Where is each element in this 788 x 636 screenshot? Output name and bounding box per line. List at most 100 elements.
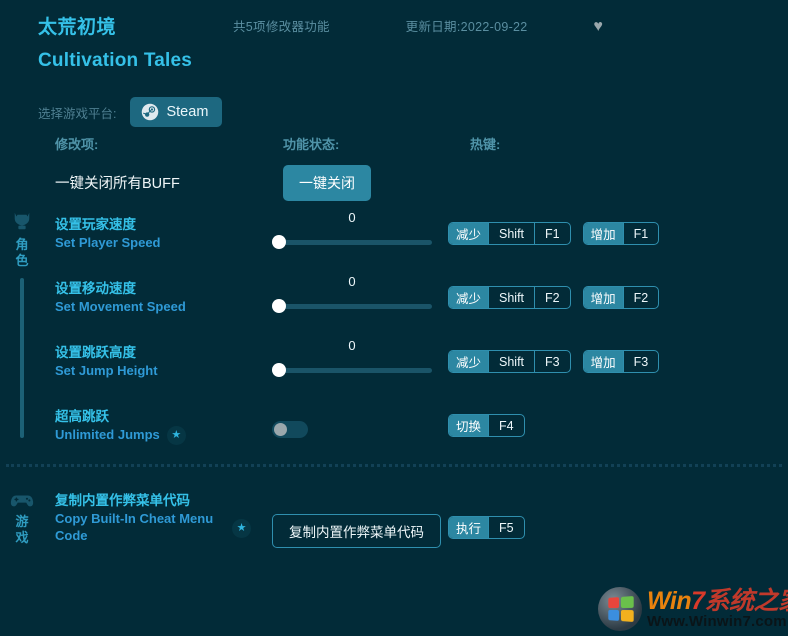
site-watermark: Win7系统之家 Www.Winwin7.com [592,582,788,636]
hotkey-increase[interactable]: 增加 F1 [582,222,660,245]
platform-steam-button[interactable]: Steam [130,97,223,127]
slider-knob[interactable] [272,299,286,313]
category-name-game: 游戏 [15,514,29,546]
hotkey-action-label: 减少 [449,351,489,372]
hotkey-action-label: 减少 [449,287,489,308]
column-header-hotkey: 热键: [470,137,501,152]
row-labels: 设置移动速度 Set Movement Speed [55,281,265,316]
row-name-cn: 设置跳跃高度 [55,345,136,360]
hotkey-key: F2 [622,287,659,308]
hotkey-key: F5 [488,517,524,538]
watermark-brand-cn: 系统之家 [704,586,788,615]
hotkey-key: F2 [534,287,570,308]
slider-value: 0 [348,338,356,353]
toggle-unlimited-jumps[interactable] [272,421,308,438]
favorite-heart-icon[interactable]: ♥ [593,18,603,35]
game-title-en: Cultivation Tales [38,50,193,71]
hotkey-group-container: 切换 F4 [448,414,525,437]
hotkey-decrease[interactable]: 减少 Shift F2 [448,286,571,309]
gamepad-icon [10,493,34,509]
row-name-cn: 设置玩家速度 [55,217,136,232]
category-rail-game: 游戏 [0,489,44,547]
category-section-character: 角色 设置玩家速度 Set Player Speed 0 减少 Shift F1 [0,208,788,464]
row-name-en: Unlimited Jumps [55,427,160,443]
hotkey-key: Shift [488,287,534,308]
windows-flag-glyph [608,595,634,623]
slider-knob[interactable] [272,363,286,377]
update-date: 更新日期:2022-09-22 [405,19,528,34]
disable-all-buffs-label: 一键关闭所有BUFF [55,176,180,192]
table-row: 设置移动速度 Set Movement Speed 0 减少 Shift F2 … [44,272,788,336]
section-divider [6,464,782,467]
column-headers: 修改项: 功能状态: 热键: [0,134,788,160]
watermark-brand-win: Win [647,586,692,615]
hotkey-key: F4 [488,415,524,436]
star-icon[interactable]: ★ [166,426,186,445]
hotkey-execute[interactable]: 执行 F5 [448,516,525,539]
row-name-cn: 设置移动速度 [55,281,136,296]
hotkey-increase[interactable]: 增加 F2 [582,286,660,309]
hotkey-group-container: 减少 Shift F3 增加 F3 [448,350,660,373]
feature-count: 共5项修改器功能 [233,19,330,34]
row-labels: 设置玩家速度 Set Player Speed [55,217,265,252]
hotkey-toggle[interactable]: 切换 F4 [448,414,525,437]
star-icon[interactable]: ★ [232,519,251,538]
hotkey-key: F1 [534,223,570,244]
category-section-game: 游戏 复制内置作弊菜单代码 Copy Built-In Cheat Menu C… [0,489,788,567]
disable-all-buffs-button[interactable]: 一键关闭 [283,165,371,201]
hotkey-group-container: 减少 Shift F2 增加 F2 [448,286,660,309]
hotkey-action-label: 增加 [583,287,623,308]
hotkey-decrease[interactable]: 减少 Shift F1 [448,222,571,245]
copy-cheat-code-button[interactable]: 复制内置作弊菜单代码 [272,514,441,548]
disable-all-buffs-row: 一键关闭所有BUFF 一键关闭 [0,160,788,208]
platform-label: 选择游戏平台: [38,106,117,121]
header-meta: 共5项修改器功能 更新日期:2022-09-22 ♥ [233,16,603,35]
helmet-icon [11,212,33,232]
row-labels: 设置跳跃高度 Set Jump Height [55,345,265,380]
column-header-status: 功能状态: [283,137,340,152]
category-rows-character: 设置玩家速度 Set Player Speed 0 减少 Shift F1 增加… [0,208,788,464]
watermark-brand-seven: 7 [691,586,705,615]
slider-track[interactable] [272,304,432,309]
hotkey-group-container: 减少 Shift F1 增加 F1 [448,222,660,245]
hotkey-key: F3 [534,351,570,372]
hotkey-key: F3 [622,351,659,372]
row-name-cn: 超高跳跃 [55,409,109,424]
row-name-en: Set Movement Speed [55,299,186,315]
row-name-cn: 复制内置作弊菜单代码 [55,493,190,508]
hotkey-increase[interactable]: 增加 F3 [582,350,660,373]
column-header-modifier: 修改项: [55,137,99,152]
category-name-character: 角色 [15,237,29,269]
toggle-knob [274,423,287,436]
watermark-text: Win7系统之家 Www.Winwin7.com [647,586,788,630]
table-row: 设置跳跃高度 Set Jump Height 0 减少 Shift F3 增加 … [44,336,788,400]
row-labels: 复制内置作弊菜单代码 Copy Built-In Cheat Menu Code… [55,493,251,544]
slider-track[interactable] [272,240,432,245]
category-rows-game: 复制内置作弊菜单代码 Copy Built-In Cheat Menu Code… [0,489,788,567]
watermark-url: Www.Winwin7.com [647,612,787,630]
platform-steam-label: Steam [166,104,209,120]
header-top-row: 太荒初境 共5项修改器功能 更新日期:2022-09-22 ♥ [38,12,788,38]
category-rail-character: 角色 [0,208,44,438]
hotkey-decrease[interactable]: 减少 Shift F3 [448,350,571,373]
category-accent-line [20,277,24,438]
hotkey-key: F1 [622,223,659,244]
hotkey-action-label: 减少 [449,223,489,244]
row-name-en: Set Jump Height [55,363,158,379]
hotkey-key: Shift [488,351,534,372]
hotkey-group-container: 执行 F5 [448,516,525,539]
table-row: 复制内置作弊菜单代码 Copy Built-In Cheat Menu Code… [44,489,788,567]
hotkey-action-label: 执行 [449,517,489,538]
hotkey-action-label: 增加 [583,351,623,372]
hotkey-action-label: 切换 [449,415,489,436]
game-title-cn: 太荒初境 [38,16,117,38]
slider-track[interactable] [272,368,432,373]
slider-knob[interactable] [272,235,286,249]
row-name-en: Set Player Speed [55,235,161,251]
steam-icon [142,103,159,121]
table-row: 设置玩家速度 Set Player Speed 0 减少 Shift F1 增加… [44,208,788,272]
app-header: 太荒初境 共5项修改器功能 更新日期:2022-09-22 ♥ Cultivat… [0,0,788,84]
slider-value: 0 [348,274,356,289]
row-name-en: Copy Built-In Cheat Menu Code [55,511,214,543]
platform-selector-row: 选择游戏平台: Steam [0,90,788,134]
